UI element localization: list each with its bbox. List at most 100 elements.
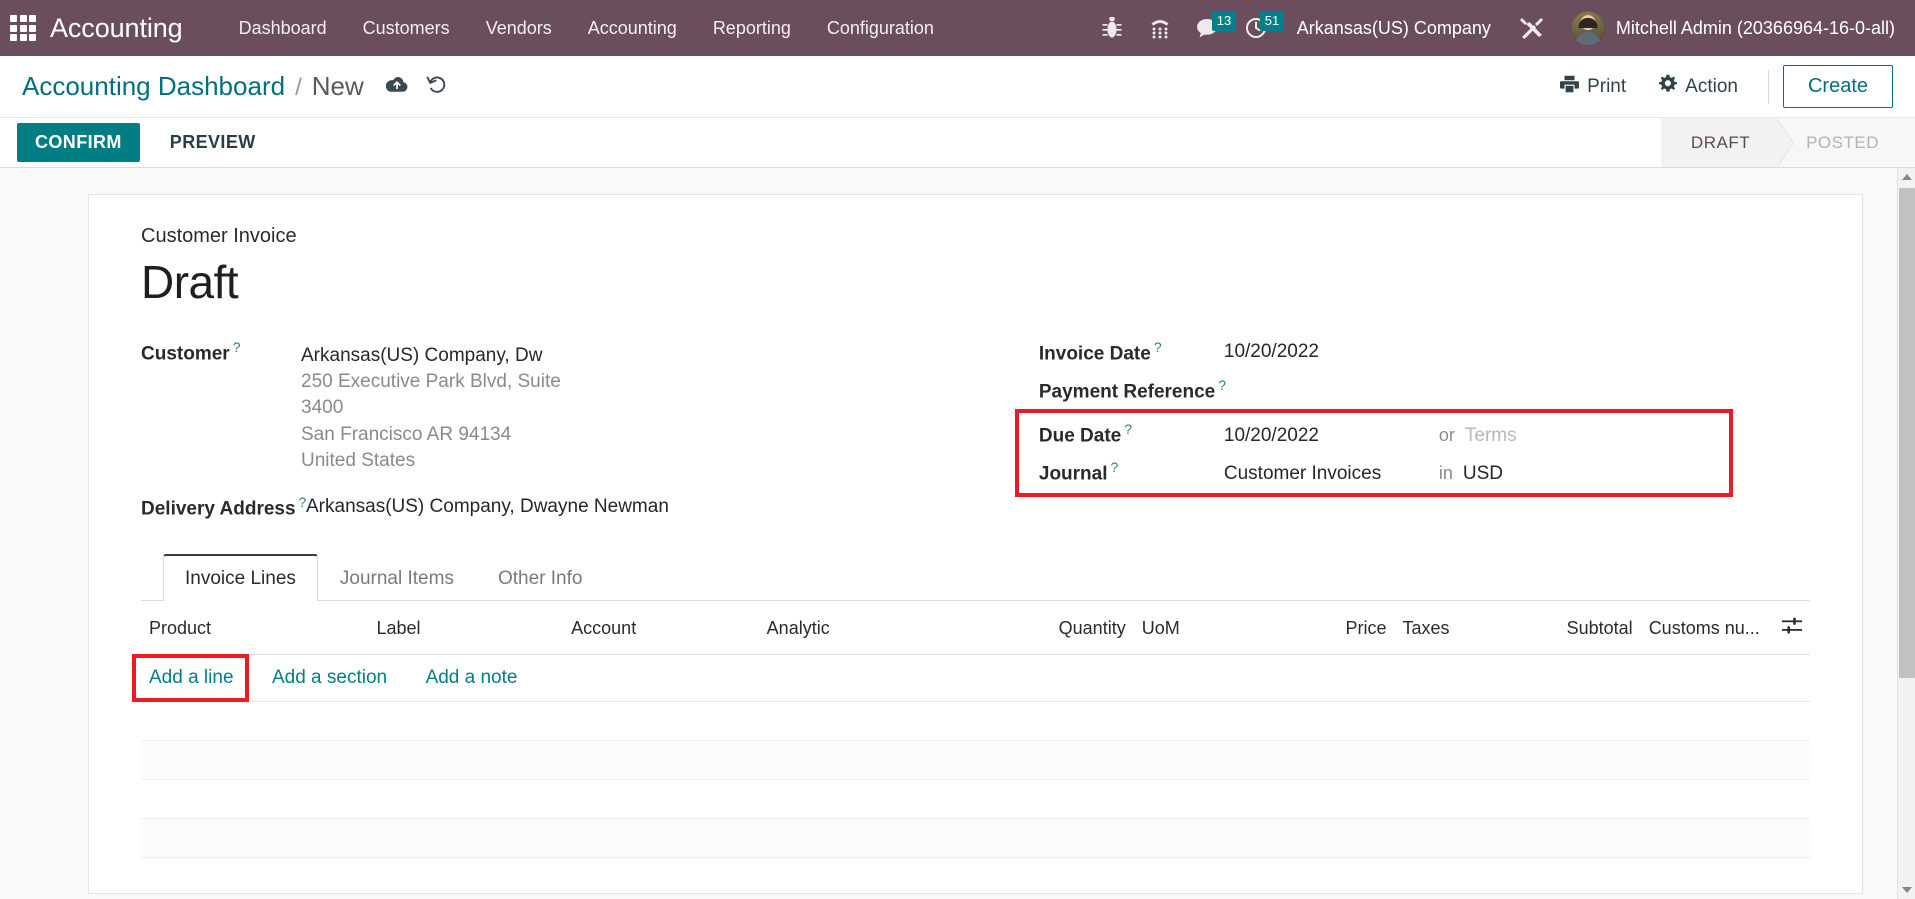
tab-other-info[interactable]: Other Info bbox=[476, 555, 605, 601]
status-bar-buttons: CONFIRM PREVIEW bbox=[17, 118, 274, 167]
create-button[interactable]: Create bbox=[1782, 65, 1893, 108]
col-analytic[interactable]: Analytic bbox=[758, 600, 987, 655]
empty-cell bbox=[141, 740, 1810, 780]
app-brand-title[interactable]: Accounting bbox=[50, 13, 183, 44]
col-quantity[interactable]: Quantity bbox=[986, 600, 1134, 655]
scrollbar-thumb[interactable] bbox=[1899, 188, 1915, 678]
field-journal: Journal? Customer Invoices in USD bbox=[1039, 455, 1810, 489]
voip-dialpad-icon[interactable] bbox=[1137, 0, 1183, 56]
journal-value[interactable]: Customer Invoices bbox=[1224, 457, 1439, 487]
field-due-date: Due Date? 10/20/2022 or Terms bbox=[1039, 417, 1810, 451]
invoice-lines-table: Product Label Account Analytic Quantity … bbox=[141, 600, 1810, 858]
empty-cell bbox=[141, 779, 1810, 819]
customer-address-line-3: San Francisco AR 94134 bbox=[301, 423, 512, 445]
invoice-date-value[interactable]: 10/20/2022 bbox=[1224, 335, 1319, 365]
field-customer: Customer? Arkansas(US) Company, Dw 250 E… bbox=[141, 335, 999, 474]
menu-configuration[interactable]: Configuration bbox=[809, 0, 952, 56]
avatar bbox=[1570, 11, 1605, 45]
add-a-note-link[interactable]: Add a note bbox=[426, 667, 518, 689]
currency-value[interactable]: USD bbox=[1463, 457, 1678, 487]
due-date-or-separator: or bbox=[1438, 425, 1455, 446]
stage-posted[interactable]: POSTED bbox=[1776, 118, 1915, 167]
help-icon[interactable]: ? bbox=[1111, 459, 1119, 475]
col-product[interactable]: Product bbox=[141, 600, 369, 655]
page-title: Draft bbox=[141, 256, 239, 308]
vertical-scrollbar[interactable] bbox=[1897, 168, 1915, 899]
stage-posted-label: POSTED bbox=[1806, 132, 1879, 152]
empty-cell bbox=[141, 818, 1810, 858]
col-subtotal[interactable]: Subtotal bbox=[1509, 600, 1641, 655]
action-button[interactable]: Action bbox=[1642, 68, 1754, 105]
activities-badge: 51 bbox=[1259, 11, 1285, 31]
invoice-lines-body: Add a line Add a section Add a note bbox=[141, 654, 1810, 858]
sliders-toggle-icon[interactable] bbox=[1782, 617, 1802, 640]
delivery-address-label-text: Delivery Address bbox=[141, 498, 296, 520]
col-account[interactable]: Account bbox=[563, 600, 759, 655]
apps-grid-icon[interactable] bbox=[10, 15, 36, 41]
help-icon[interactable]: ? bbox=[1124, 421, 1132, 437]
print-label: Print bbox=[1587, 75, 1627, 97]
table-row bbox=[141, 740, 1810, 780]
tab-invoice-lines[interactable]: Invoice Lines bbox=[163, 553, 318, 601]
add-a-line-link[interactable]: Add a line bbox=[149, 667, 234, 689]
table-row bbox=[141, 701, 1810, 741]
menu-dashboard[interactable]: Dashboard bbox=[221, 0, 345, 56]
status-stages: DRAFT POSTED bbox=[1660, 118, 1915, 168]
confirm-button[interactable]: CONFIRM bbox=[17, 123, 140, 162]
invoice-date-label-text: Invoice Date bbox=[1038, 343, 1151, 365]
gear-icon bbox=[1658, 74, 1678, 99]
journal-in-separator: in bbox=[1438, 463, 1453, 484]
payment-reference-label-text: Payment Reference bbox=[1038, 381, 1216, 403]
add-row: Add a line Add a section Add a note bbox=[141, 654, 1810, 702]
tools-crossed-icon[interactable] bbox=[1509, 0, 1555, 56]
scroll-down-arrow-icon[interactable] bbox=[1898, 881, 1915, 899]
optional-columns-toggle[interactable] bbox=[1774, 600, 1810, 655]
delivery-address-label: Delivery Address? bbox=[141, 490, 306, 520]
empty-cell bbox=[141, 701, 1810, 741]
print-button[interactable]: Print bbox=[1544, 69, 1642, 105]
table-row bbox=[141, 779, 1810, 819]
add-a-section-link[interactable]: Add a section bbox=[272, 667, 387, 689]
menu-customers[interactable]: Customers bbox=[345, 0, 468, 56]
scroll-up-arrow-icon[interactable] bbox=[1898, 168, 1915, 186]
preview-button[interactable]: PREVIEW bbox=[152, 123, 274, 162]
customer-value-block[interactable]: Arkansas(US) Company, Dw 250 Executive P… bbox=[301, 335, 561, 474]
activities-clock-icon[interactable]: 51 bbox=[1233, 0, 1285, 56]
notebook: Invoice Lines Journal Items Other Info P… bbox=[141, 553, 1810, 858]
help-icon[interactable]: ? bbox=[1154, 339, 1162, 355]
undo-discard-icon[interactable] bbox=[426, 74, 447, 99]
form-right-column: Invoice Date? 10/20/2022 Payment Referen… bbox=[1009, 335, 1810, 528]
content-area: Customer Invoice Draft Customer? Arkansa… bbox=[0, 168, 1915, 899]
invoice-date-label: Invoice Date? bbox=[1039, 335, 1224, 365]
table-row bbox=[141, 818, 1810, 858]
user-name-label: Mitchell Admin (20366964-16-0-all) bbox=[1615, 17, 1895, 38]
messages-icon[interactable]: 13 bbox=[1185, 0, 1237, 56]
due-date-value[interactable]: 10/20/2022 bbox=[1224, 419, 1439, 449]
breadcrumb-accounting-dashboard[interactable]: Accounting Dashboard bbox=[22, 71, 285, 102]
delivery-address-value[interactable]: Arkansas(US) Company, Dwayne Newman bbox=[306, 490, 669, 520]
breadcrumb-current: New bbox=[311, 71, 364, 101]
col-taxes[interactable]: Taxes bbox=[1394, 600, 1510, 655]
user-menu[interactable]: Mitchell Admin (20366964-16-0-all) bbox=[1557, 11, 1901, 45]
col-label[interactable]: Label bbox=[368, 600, 564, 655]
col-uom[interactable]: UoM bbox=[1133, 600, 1249, 655]
cloud-upload-save-icon[interactable] bbox=[385, 75, 408, 98]
due-date-label: Due Date? bbox=[1039, 417, 1224, 447]
col-customs-number[interactable]: Customs nu... bbox=[1640, 600, 1774, 655]
stage-draft[interactable]: DRAFT bbox=[1660, 118, 1795, 168]
payment-terms-input[interactable]: Terms bbox=[1465, 419, 1680, 449]
control-panel: Accounting Dashboard / New Print Action … bbox=[0, 56, 1915, 118]
menu-vendors[interactable]: Vendors bbox=[468, 0, 570, 56]
customer-name-value[interactable]: Arkansas(US) Company, Dw bbox=[301, 339, 561, 369]
menu-accounting[interactable]: Accounting bbox=[570, 0, 695, 56]
company-switcher[interactable]: Arkansas(US) Company bbox=[1281, 18, 1507, 39]
col-price[interactable]: Price bbox=[1248, 600, 1395, 655]
help-icon[interactable]: ? bbox=[233, 339, 241, 355]
journal-label-text: Journal bbox=[1038, 463, 1108, 485]
help-icon[interactable]: ? bbox=[1218, 377, 1226, 393]
bug-icon[interactable] bbox=[1089, 0, 1135, 56]
record-actions bbox=[385, 74, 447, 99]
menu-reporting[interactable]: Reporting bbox=[695, 0, 809, 56]
tab-journal-items[interactable]: Journal Items bbox=[318, 555, 476, 601]
due-date-label-text: Due Date bbox=[1038, 425, 1122, 447]
